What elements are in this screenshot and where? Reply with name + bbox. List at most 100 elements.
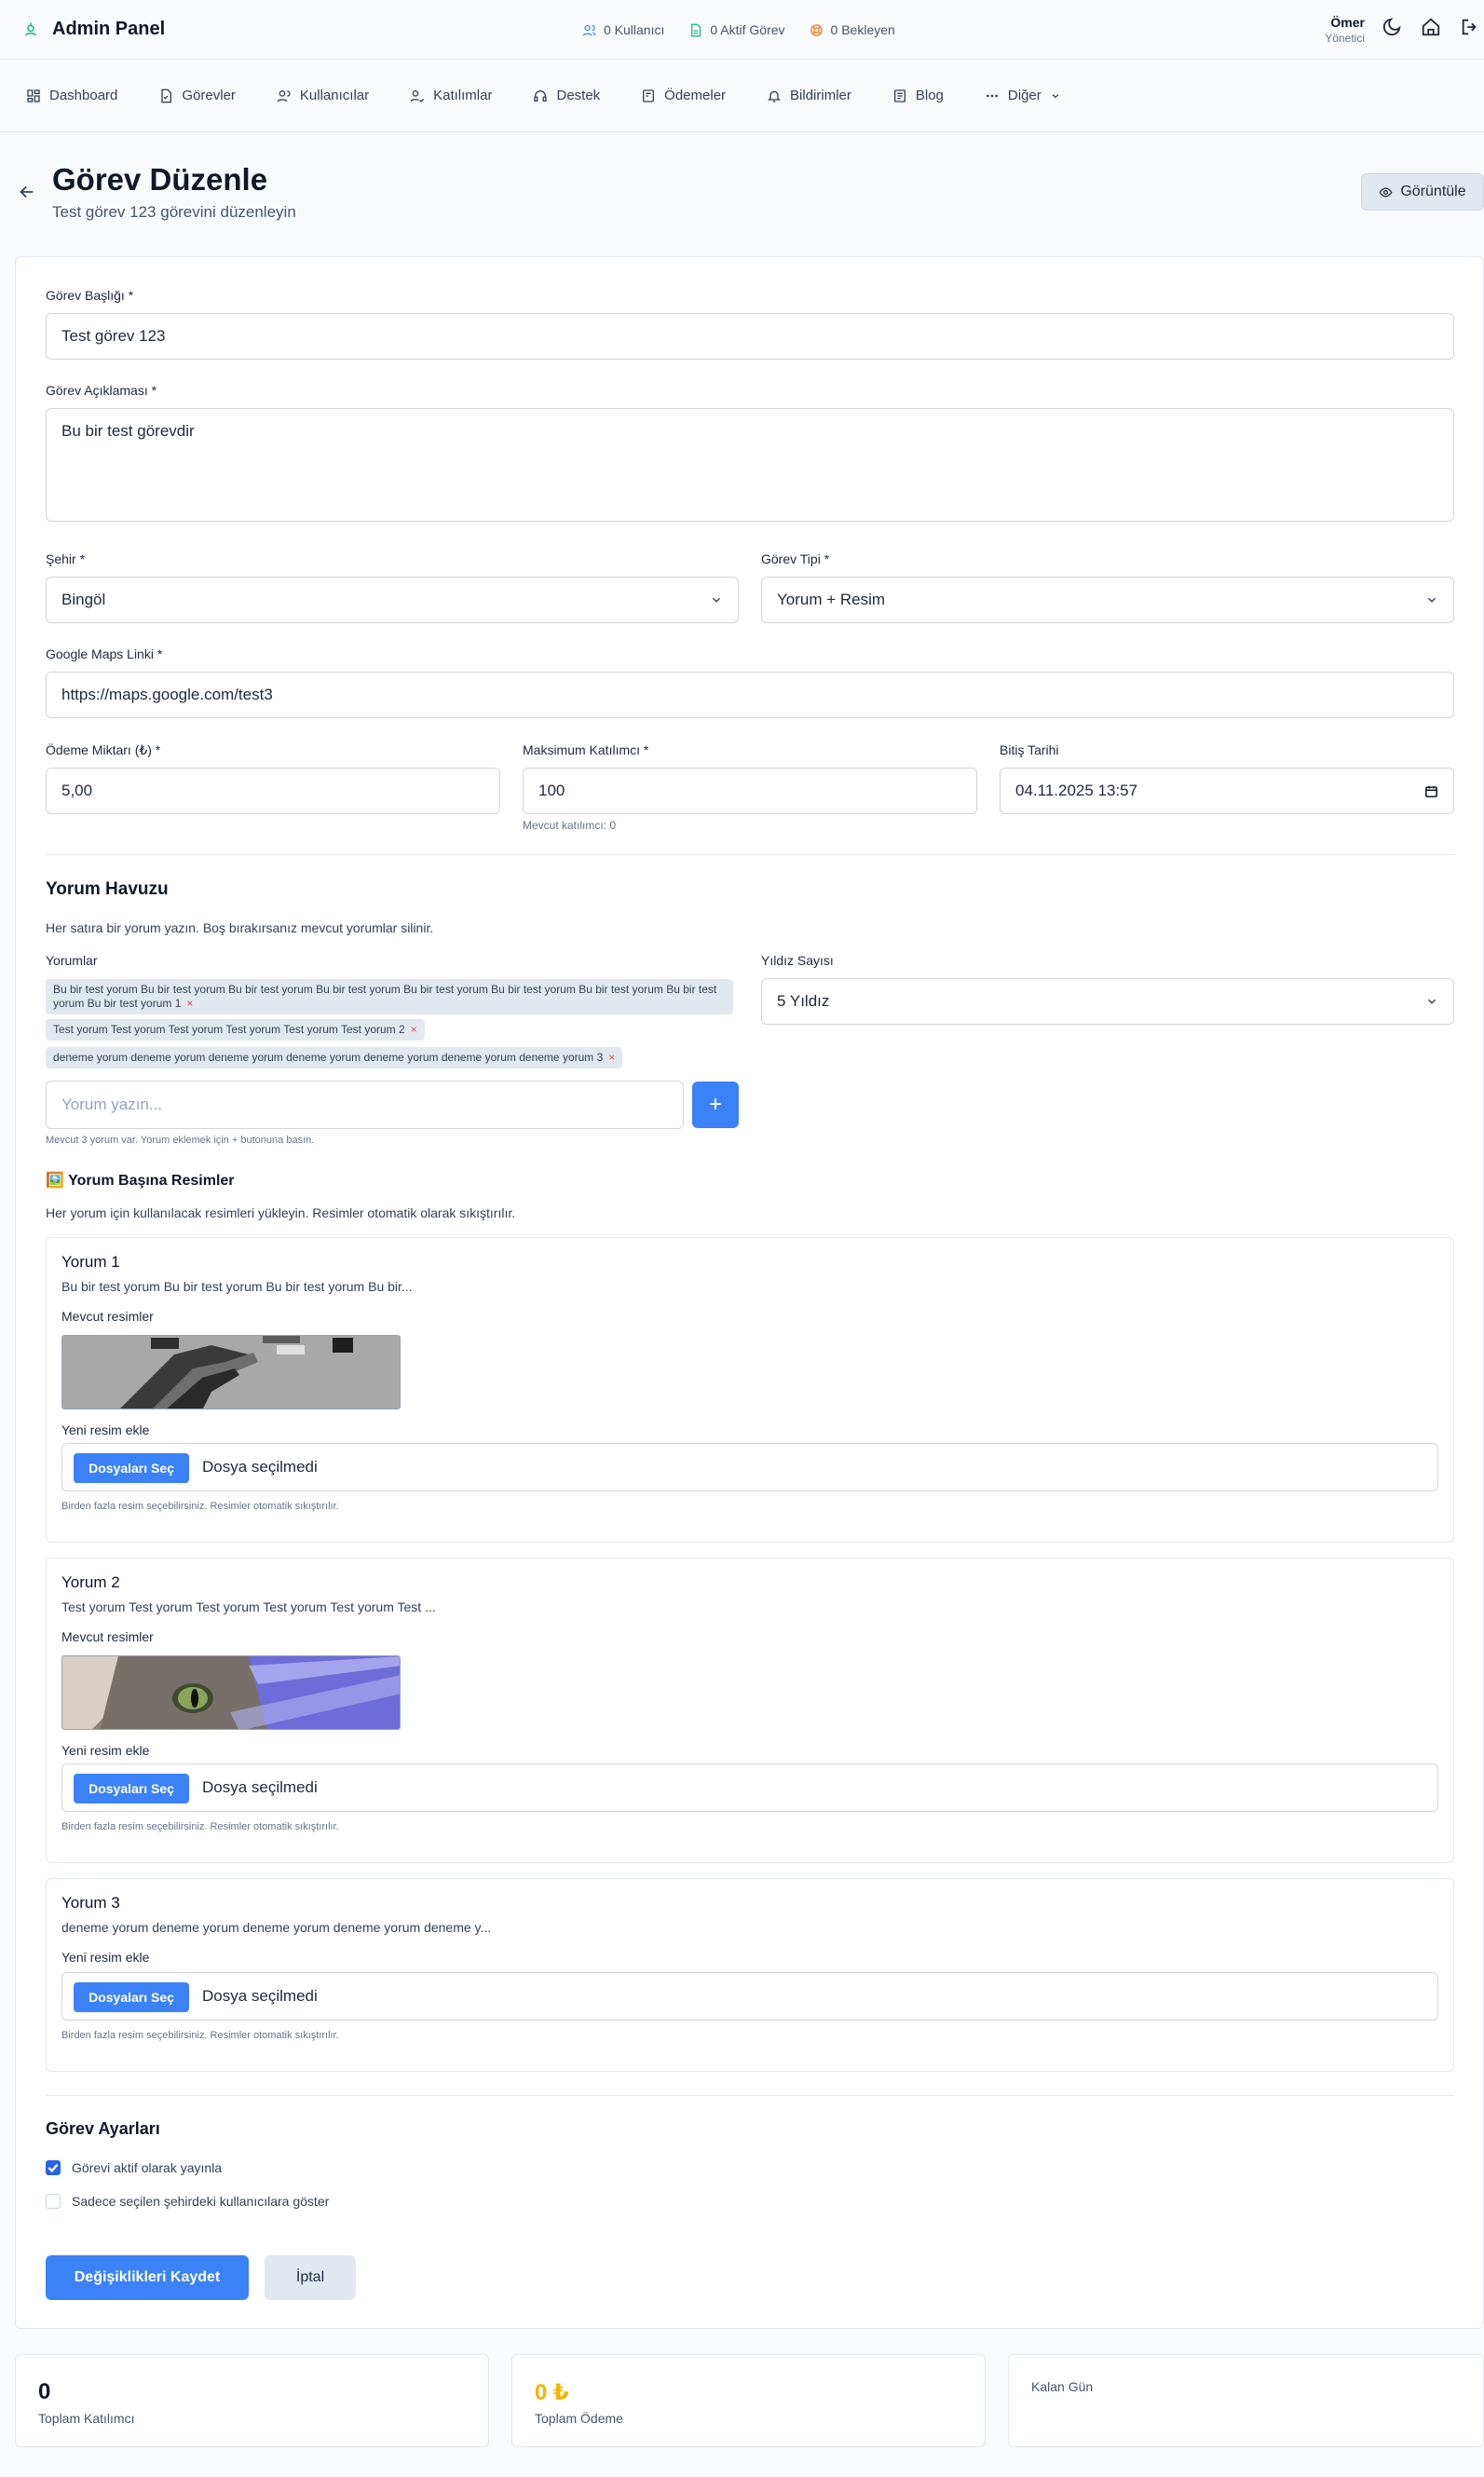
description-label: Görev Açıklaması * xyxy=(46,383,157,398)
file-input[interactable]: Dosyaları Seç Dosya seçilmedi xyxy=(61,1972,1438,2021)
check-icon xyxy=(48,2163,59,2173)
upload-hint: Birden fazla resim seçebilirsiniz. Resim… xyxy=(61,1501,339,1512)
stat-card-payment: 0 ₺ Toplam Ödeme xyxy=(511,2354,986,2447)
city-only-checkbox[interactable] xyxy=(46,2194,61,2209)
document-icon xyxy=(691,23,701,36)
save-button[interactable]: Değişiklikleri Kaydet xyxy=(46,2255,249,2300)
choose-files-button[interactable]: Dosyaları Seç xyxy=(74,1453,189,1483)
days-left-label: Kalan Gün xyxy=(1031,2379,1094,2394)
city-label: Şehir * xyxy=(46,551,86,566)
images-help: Her yorum için kullanılacak resimleri yü… xyxy=(46,1205,516,1220)
logout-icon[interactable] xyxy=(1460,17,1480,37)
pixel-art-image xyxy=(62,1336,400,1409)
nav-label: Görevler xyxy=(182,88,236,103)
payment-label: Toplam Ödeme xyxy=(535,2411,623,2426)
user-menu[interactable]: Ömer Yönetici xyxy=(1325,15,1365,45)
chevron-down-icon xyxy=(1427,597,1436,603)
remove-comment-icon[interactable]: × xyxy=(608,1051,615,1064)
chevron-down-icon xyxy=(1427,999,1436,1004)
nav-item-participations[interactable]: Katılımlar xyxy=(410,88,492,103)
remove-comment-icon[interactable]: × xyxy=(186,997,193,1010)
participants-label: Toplam Katılımcı xyxy=(38,2411,135,2426)
stat-pending: 0 Bekleyen xyxy=(810,22,895,37)
file-input[interactable]: Dosyaları Seç Dosya seçilmedi xyxy=(61,1763,1438,1812)
stars-select[interactable]: 5 Yıldız xyxy=(761,978,1454,1025)
app-logo[interactable]: Admin Panel xyxy=(22,19,165,40)
file-input[interactable]: Dosyaları Seç Dosya seçilmedi xyxy=(61,1443,1438,1491)
nav-item-notifications[interactable]: Bildirimler xyxy=(767,88,851,103)
home-icon[interactable] xyxy=(1421,17,1441,37)
stat-users-label: 0 Kullanıcı xyxy=(604,22,665,37)
active-checkbox-label: Görevi aktif olarak yayınla xyxy=(72,2160,223,2175)
comments-label: Yorumlar xyxy=(46,953,98,968)
view-button-label: Görüntüle xyxy=(1400,184,1466,199)
choose-files-button[interactable]: Dosyaları Seç xyxy=(74,1982,189,2012)
blog-icon xyxy=(893,88,905,102)
back-arrow-icon[interactable] xyxy=(17,182,37,202)
nav-label: Bildirimler xyxy=(790,88,851,103)
comment-input[interactable]: Yorum yazın... xyxy=(46,1081,684,1129)
stat-pending-label: 0 Bekleyen xyxy=(830,22,895,37)
nav-label: Ödemeler xyxy=(664,88,727,103)
maps-input[interactable]: https://maps.google.com/test3 xyxy=(46,672,1454,718)
nav-item-dashboard[interactable]: Dashboard xyxy=(26,88,117,103)
existing-image-thumb[interactable] xyxy=(61,1335,401,1409)
title-label: Görev Başlığı * xyxy=(46,288,134,303)
no-file-text: Dosya seçilmedi xyxy=(202,1778,318,1796)
amount-input[interactable]: 5,00 xyxy=(46,768,500,814)
calendar-icon[interactable] xyxy=(1424,784,1438,798)
user-name: Ömer xyxy=(1330,15,1365,30)
divider xyxy=(46,2095,1454,2096)
comment-pool-title: Yorum Havuzu xyxy=(46,879,169,899)
images-section-title-text: Yorum Başına Resimler xyxy=(68,1173,235,1189)
comment-image-block: Yorum 1 Bu bir test yorum Bu bir test yo… xyxy=(46,1237,1454,1543)
maps-label: Google Maps Linki * xyxy=(46,646,163,661)
existing-image-thumb[interactable] xyxy=(61,1655,401,1730)
city-select[interactable]: Bingöl xyxy=(46,577,739,623)
moon-icon[interactable] xyxy=(1382,17,1402,37)
chevron-down-icon xyxy=(712,597,721,603)
max-participants-input[interactable]: 100 xyxy=(523,768,977,814)
comment-block-preview: deneme yorum deneme yorum deneme yorum d… xyxy=(61,1920,492,1935)
view-button[interactable]: Görüntüle xyxy=(1361,173,1484,211)
nav-item-tasks[interactable]: Görevler xyxy=(158,88,236,103)
existing-images-label: Mevcut resimler xyxy=(61,1629,154,1644)
active-checkbox[interactable] xyxy=(46,2160,61,2175)
description-textarea[interactable]: Bu bir test görevdir xyxy=(46,408,1454,522)
current-participants-hint: Mevcut katılımcı: 0 xyxy=(523,819,617,832)
nav-label: Destek xyxy=(556,88,601,103)
top-actions xyxy=(1382,17,1480,37)
nav-label: Dashboard xyxy=(49,88,118,103)
max-participants-label: Maksimum Katılımcı * xyxy=(523,742,649,757)
chevron-down-icon xyxy=(1052,93,1059,98)
remove-comment-icon[interactable]: × xyxy=(411,1023,417,1036)
nav-item-support[interactable]: Destek xyxy=(533,88,600,103)
header-stats: 0 Kullanıcı 0 Aktif Görev 0 Bekleyen xyxy=(582,0,895,60)
nav-label: Diğer xyxy=(1007,88,1042,103)
picture-icon: 🖼️ xyxy=(46,1173,64,1189)
comment-chip-text: Test yorum Test yorum Test yorum Test yo… xyxy=(53,1023,405,1036)
bell-icon xyxy=(768,90,781,102)
end-date-input[interactable]: 04.11.2025 13:57 xyxy=(1000,768,1454,814)
task-type-select[interactable]: Yorum + Resim xyxy=(761,577,1454,623)
support-icon xyxy=(810,23,823,36)
comment-block-preview: Test yorum Test yorum Test yorum Test yo… xyxy=(61,1599,436,1614)
support-icon xyxy=(534,89,548,102)
add-comment-button[interactable]: + xyxy=(692,1082,739,1128)
task-type-label: Görev Tipi * xyxy=(761,551,830,566)
stat-card-participants: 0 Toplam Katılımcı xyxy=(15,2354,489,2447)
cancel-button[interactable]: İptal xyxy=(265,2255,356,2300)
new-image-label: Yeni resim ekle xyxy=(61,1950,150,1965)
comment-chip: Bu bir test yorum Bu bir test yorum Bu b… xyxy=(46,979,733,1014)
top-bar: Admin Panel 0 Kullanıcı 0 Aktif Görev 0 … xyxy=(0,0,1484,60)
nav-item-users[interactable]: Kullanıcılar xyxy=(277,88,369,103)
amount-label: Ödeme Miktarı (₺) * xyxy=(46,742,161,757)
nav-item-blog[interactable]: Blog xyxy=(892,88,944,103)
comment-chip-text: deneme yorum deneme yorum deneme yorum d… xyxy=(53,1051,604,1064)
no-file-text: Dosya seçilmedi xyxy=(202,1458,318,1476)
stat-users: 0 Kullanıcı xyxy=(582,22,664,37)
title-input[interactable]: Test görev 123 xyxy=(46,313,1454,360)
choose-files-button[interactable]: Dosyaları Seç xyxy=(74,1774,189,1803)
nav-item-more[interactable]: Diğer xyxy=(985,88,1061,103)
nav-item-payments[interactable]: Ödemeler xyxy=(641,88,726,103)
